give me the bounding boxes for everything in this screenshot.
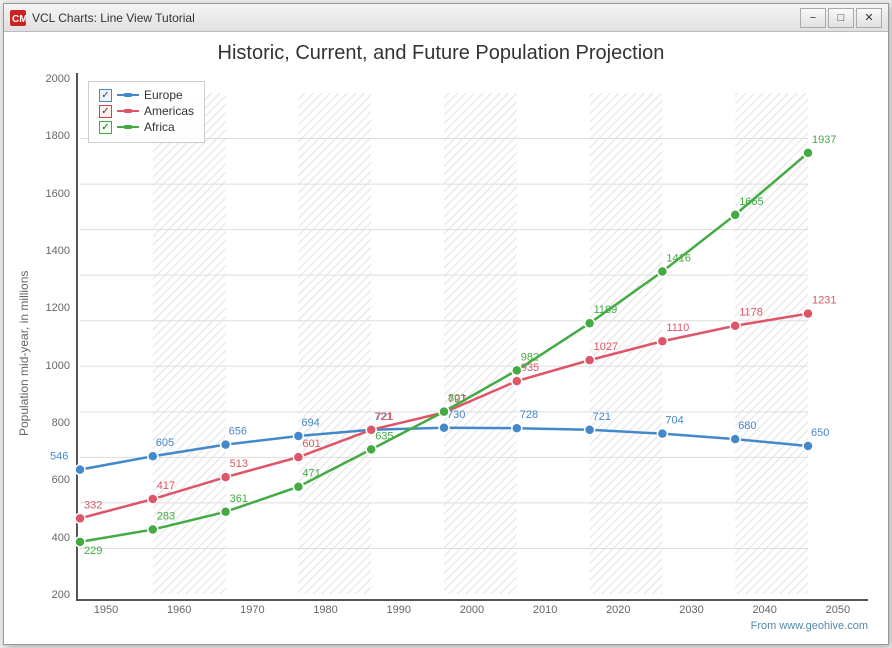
x-tick: 2000 — [442, 604, 502, 616]
chart-inner: 2000 1800 1600 1400 1200 1000 800 600 400 200 546… — [38, 73, 868, 634]
minimize-button[interactable]: − — [800, 8, 826, 28]
svg-text:471: 471 — [302, 468, 320, 480]
window-title: VCL Charts: Line View Tutorial — [32, 11, 800, 25]
svg-text:721: 721 — [375, 411, 393, 423]
x-axis-labels: 1950 1960 1970 1980 1990 2000 2010 2020 2030 2040… — [38, 604, 868, 616]
plot-area: 5466056566947217307287217046806503324175… — [76, 73, 868, 601]
legend-cb-americas[interactable]: ✓ — [99, 105, 112, 118]
x-tick: 2050 — [808, 604, 868, 616]
y-tick: 600 — [52, 474, 70, 486]
svg-text:680: 680 — [738, 420, 756, 432]
x-tick: 1970 — [222, 604, 282, 616]
svg-text:801: 801 — [448, 393, 466, 405]
chart-title: Historic, Current, and Future Population… — [14, 42, 868, 65]
svg-text:CM: CM — [12, 14, 26, 25]
svg-text:704: 704 — [665, 415, 683, 427]
legend: ✓ Europe ✓ — [88, 81, 205, 143]
legend-item-africa: ✓ Africa — [99, 120, 194, 134]
y-tick: 1400 — [46, 245, 70, 257]
x-tick: 1960 — [149, 604, 209, 616]
svg-text:417: 417 — [157, 480, 175, 492]
x-tick: 2020 — [588, 604, 648, 616]
svg-text:1416: 1416 — [666, 253, 690, 265]
x-tick: 2010 — [515, 604, 575, 616]
legend-label-americas: Americas — [144, 104, 194, 118]
svg-text:1937: 1937 — [812, 134, 836, 146]
x-tick: 1990 — [369, 604, 429, 616]
legend-line-europe — [117, 93, 139, 97]
svg-text:1027: 1027 — [594, 341, 618, 353]
legend-label-europe: Europe — [144, 88, 183, 102]
x-tick: 2040 — [735, 604, 795, 616]
svg-text:601: 601 — [302, 438, 320, 450]
svg-text:513: 513 — [230, 458, 248, 470]
legend-item-americas: ✓ Americas — [99, 104, 194, 118]
chart-area: Population mid-year, in millions 2000 180… — [14, 73, 868, 634]
plot-area-wrapper: 2000 1800 1600 1400 1200 1000 800 600 400 200 546… — [38, 73, 868, 601]
svg-text:1189: 1189 — [594, 304, 618, 316]
y-tick: 2000 — [46, 73, 70, 85]
chart-container: Historic, Current, and Future Population… — [4, 32, 888, 644]
y-axis-ticks: 2000 1800 1600 1400 1200 1000 800 600 400 200 — [38, 73, 76, 601]
svg-text:1178: 1178 — [739, 307, 763, 319]
svg-text:605: 605 — [156, 437, 174, 449]
svg-text:229: 229 — [84, 545, 102, 557]
legend-item-europe: ✓ Europe — [99, 88, 194, 102]
svg-text:935: 935 — [521, 362, 539, 374]
svg-text:650: 650 — [811, 427, 829, 439]
y-tick: 1600 — [46, 188, 70, 200]
svg-text:721: 721 — [593, 411, 611, 423]
svg-text:1231: 1231 — [812, 295, 836, 307]
y-tick: 1200 — [46, 302, 70, 314]
legend-cb-africa[interactable]: ✓ — [99, 121, 112, 134]
y-tick: 400 — [52, 532, 70, 544]
close-button[interactable]: ✕ — [856, 8, 882, 28]
svg-text:635: 635 — [375, 430, 393, 442]
svg-text:361: 361 — [230, 493, 248, 505]
legend-cb-europe[interactable]: ✓ — [99, 89, 112, 102]
y-tick: 1800 — [46, 130, 70, 142]
footer-text: From www.geohive.com — [38, 618, 868, 634]
svg-text:982: 982 — [521, 351, 539, 363]
y-tick: 200 — [52, 589, 70, 601]
svg-text:656: 656 — [229, 426, 247, 438]
y-axis-label: Population mid-year, in millions — [14, 73, 34, 634]
svg-text:1665: 1665 — [739, 196, 763, 208]
maximize-button[interactable]: □ — [828, 8, 854, 28]
y-tick: 800 — [52, 417, 70, 429]
svg-text:1110: 1110 — [666, 322, 689, 334]
x-tick: 1950 — [76, 604, 136, 616]
legend-label-africa: Africa — [144, 120, 175, 134]
legend-line-americas — [117, 109, 139, 113]
x-tick: 1980 — [296, 604, 356, 616]
svg-text:283: 283 — [157, 511, 175, 523]
chart-svg: 5466056566947217307287217046806503324175… — [78, 73, 868, 599]
x-tick: 2030 — [662, 604, 722, 616]
y-tick: 1000 — [46, 360, 70, 372]
svg-text:546: 546 — [50, 451, 68, 463]
svg-text:694: 694 — [301, 417, 319, 429]
title-bar: CM VCL Charts: Line View Tutorial − □ ✕ — [4, 4, 888, 32]
svg-text:332: 332 — [84, 499, 102, 511]
app-icon: CM — [10, 10, 26, 26]
window-controls: − □ ✕ — [800, 8, 882, 28]
app-window: CM VCL Charts: Line View Tutorial − □ ✕ … — [3, 3, 889, 645]
legend-line-africa — [117, 125, 139, 129]
svg-text:728: 728 — [520, 409, 538, 421]
